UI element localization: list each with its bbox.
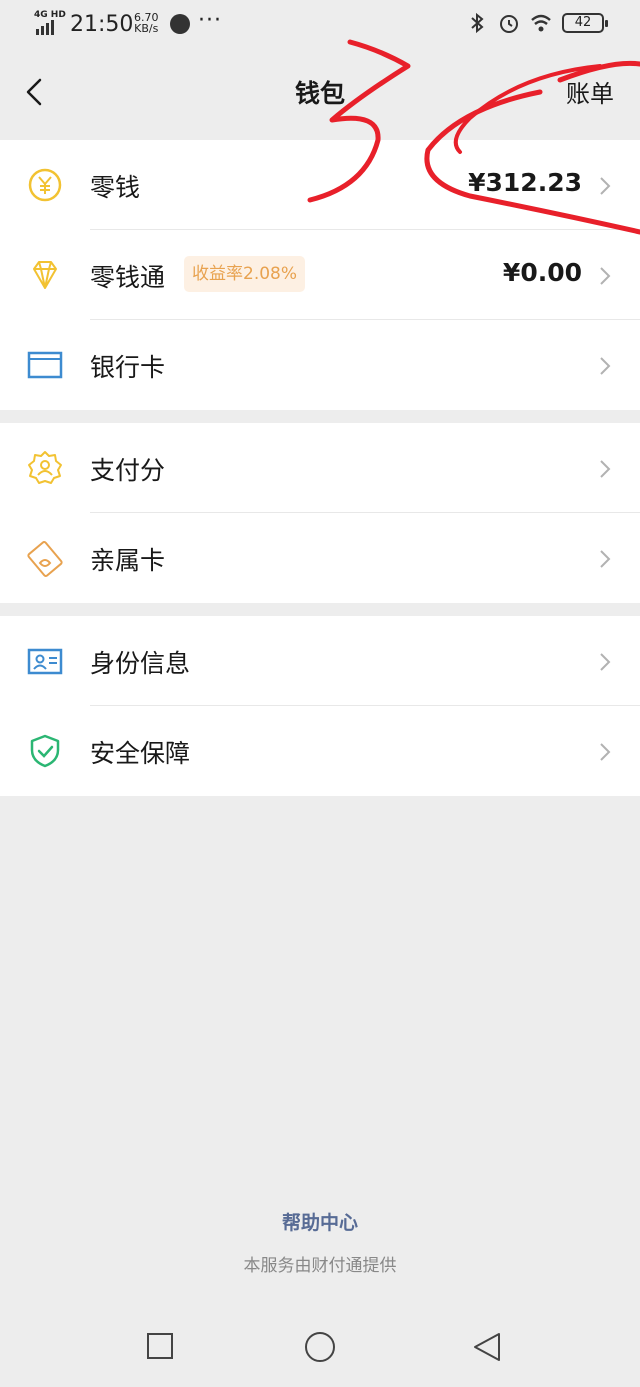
speed-unit: KB/s [134,22,159,35]
wallet-group-balance: 零钱 ¥312.23 零钱通 收益率2.08% ¥0.00 银行卡 [0,140,640,410]
row-change[interactable]: 零钱 ¥312.23 [0,140,640,230]
page-title: 钱包 [294,79,345,108]
more-notifications-icon: ··· [198,8,222,33]
bank-card-icon [27,351,63,379]
row-lingqiantong[interactable]: 零钱通 收益率2.08% ¥0.00 [0,230,640,320]
bluetooth-icon [471,12,484,34]
lingqiantong-balance: ¥0.00 [502,258,582,287]
row-label: 零钱 [90,173,141,202]
yuan-coin-icon [28,168,62,202]
row-label: 身份信息 [90,649,191,678]
wallet-group-security: 身份信息 安全保障 [0,616,640,796]
row-label: 亲属卡 [90,546,166,575]
recent-apps-icon[interactable] [146,1332,174,1360]
yield-badge: 收益率2.08% [184,256,306,292]
family-card-icon [27,541,63,577]
row-identity[interactable]: 身份信息 [0,616,640,706]
row-label: 银行卡 [90,353,166,382]
back-nav-icon[interactable] [472,1332,502,1364]
status-right-icons: 42 [466,12,608,34]
signal-icon [36,20,54,35]
battery-indicator: 42 [562,13,608,33]
row-label: 支付分 [90,456,166,485]
row-pay-score[interactable]: 支付分 [0,423,640,513]
nav-bar: 钱包 账单 [0,50,640,138]
chevron-right-icon [600,460,611,478]
bill-link[interactable]: 账单 [566,74,614,109]
chevron-right-icon [600,653,611,671]
pay-score-icon [28,451,62,484]
wallet-group-credit: 支付分 亲属卡 [0,423,640,603]
row-label: 安全保障 [90,739,191,768]
help-center-link[interactable]: 帮助中心 [0,1208,640,1235]
row-label: 零钱通 [90,263,166,292]
clock: 21:50 [70,12,134,37]
music-icon [170,14,190,34]
home-icon[interactable] [303,1332,337,1366]
system-nav-bar [0,1310,640,1387]
chevron-right-icon [600,177,611,195]
shield-check-icon [30,734,60,768]
diamond-icon [33,261,57,289]
alarm-icon [500,15,518,33]
row-security[interactable]: 安全保障 [0,706,640,796]
chevron-right-icon [600,550,611,568]
id-card-icon [27,648,63,675]
chevron-right-icon [600,267,611,285]
change-balance: ¥312.23 [468,168,582,197]
row-family-card[interactable]: 亲属卡 [0,513,640,603]
network-speed: 6.70 KB/s [134,12,159,34]
provider-note: 本服务由财付通提供 [243,1256,397,1276]
wifi-icon [531,14,551,32]
chevron-right-icon [600,357,611,375]
row-bank-card[interactable]: 银行卡 [0,320,640,410]
chevron-right-icon [600,743,611,761]
status-bar: 4G HD 21:50 6.70 KB/s ··· 42 [0,0,640,50]
